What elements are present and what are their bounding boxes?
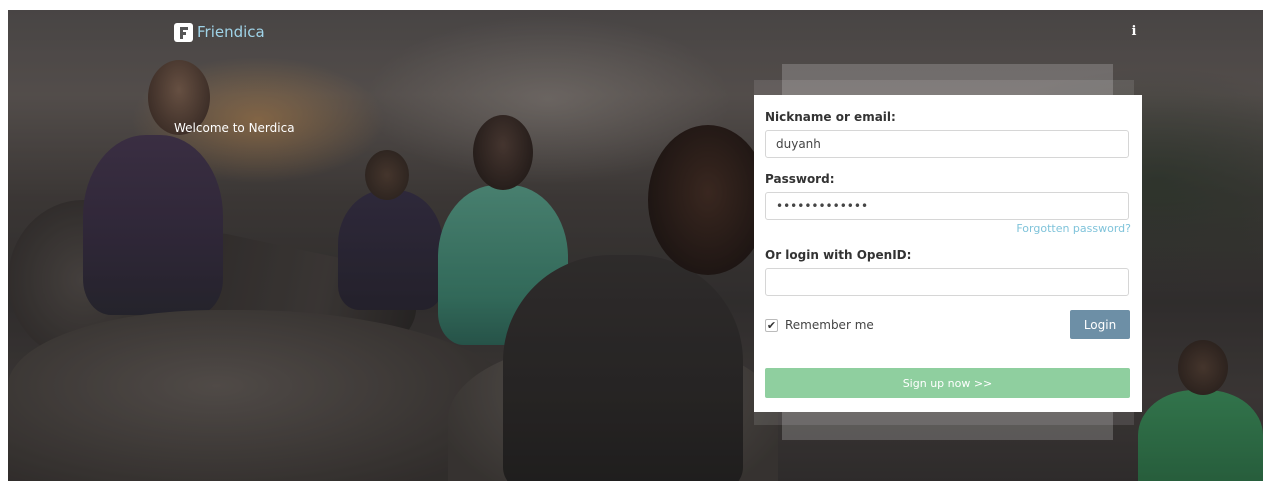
password-input[interactable] [765,192,1129,220]
signup-button[interactable]: Sign up now >> [765,368,1130,398]
openid-label: Or login with OpenID: [765,248,912,262]
password-label: Password: [765,172,835,186]
login-button[interactable]: Login [1070,310,1130,339]
friendica-logo-icon [174,23,193,42]
remember-me-label: Remember me [785,318,874,332]
forgot-password-link[interactable]: Forgotten password? [1016,222,1131,235]
openid-input[interactable] [765,268,1129,296]
login-form: Nickname or email: Password: Forgotten p… [754,95,1142,412]
remember-me-checkbox[interactable]: ✔ [765,318,778,332]
login-page: Friendica i Welcome to Nerdica Nickname … [0,0,1263,481]
nickname-label: Nickname or email: [765,110,896,124]
brand-home-link[interactable]: Friendica [174,23,265,42]
nickname-input[interactable] [765,130,1129,158]
brand-name: Friendica [197,23,265,41]
remember-me[interactable]: ✔ Remember me [765,318,874,332]
info-icon[interactable]: i [1130,24,1138,40]
welcome-message: Welcome to Nerdica [174,121,295,135]
